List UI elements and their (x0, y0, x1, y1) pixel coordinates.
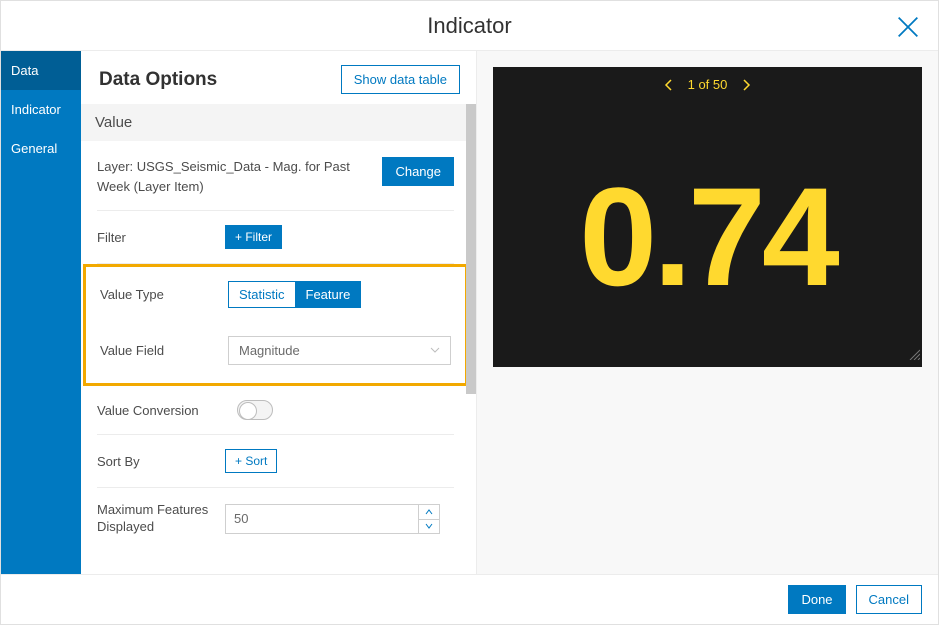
dialog-body: Data Indicator General Data Options Show… (1, 51, 938, 574)
sort-by-row: Sort By + Sort (97, 435, 454, 488)
scrollbar-thumb[interactable] (466, 104, 476, 394)
options-title: Data Options (99, 69, 217, 91)
sidebar-tab-indicator[interactable]: Indicator (1, 90, 81, 129)
value-type-statistic[interactable]: Statistic (228, 281, 296, 308)
value-field-select[interactable]: Magnitude (228, 336, 451, 365)
filter-row: Filter + Filter (97, 211, 454, 264)
resize-handle-icon[interactable] (908, 347, 920, 365)
value-type-label: Value Type (100, 287, 228, 302)
sort-by-label: Sort By (97, 454, 225, 469)
value-type-segmented: Statistic Feature (228, 281, 361, 308)
add-sort-button[interactable]: + Sort (225, 449, 277, 473)
sidebar-tab-data[interactable]: Data (1, 51, 81, 90)
options-panel: Data Options Show data table Value Layer… (81, 51, 477, 574)
pager-prev-icon[interactable] (664, 79, 674, 91)
value-section-header: Value (81, 104, 476, 141)
spinner-buttons (419, 504, 440, 534)
options-content: Value Layer: USGS_Seismic_Data - Mag. fo… (81, 104, 476, 574)
options-header: Data Options Show data table (81, 51, 476, 104)
chevron-down-icon (430, 343, 440, 358)
sidebar-tab-general[interactable]: General (1, 129, 81, 168)
layer-text: Layer: USGS_Seismic_Data - Mag. for Past… (97, 157, 372, 196)
max-features-label: Maximum Features Displayed (97, 502, 225, 536)
filter-label: Filter (97, 230, 225, 245)
preview-value: 0.74 (493, 107, 922, 367)
change-layer-button[interactable]: Change (382, 157, 454, 186)
value-conversion-label: Value Conversion (97, 403, 237, 418)
cancel-button[interactable]: Cancel (856, 585, 922, 614)
show-data-table-button[interactable]: Show data table (341, 65, 460, 94)
value-conversion-toggle[interactable] (237, 400, 273, 420)
value-field-row: Value Field Magnitude (100, 322, 451, 383)
value-type-feature[interactable]: Feature (296, 281, 362, 308)
pager-text: 1 of 50 (688, 77, 728, 92)
value-conversion-row: Value Conversion (97, 386, 454, 435)
value-field-selected: Magnitude (239, 343, 300, 358)
layer-row: Layer: USGS_Seismic_Data - Mag. for Past… (97, 141, 454, 211)
max-features-input[interactable] (225, 504, 419, 534)
add-filter-button[interactable]: + Filter (225, 225, 282, 249)
value-field-label: Value Field (100, 343, 228, 358)
done-button[interactable]: Done (788, 585, 845, 614)
value-type-row: Value Type Statistic Feature (100, 267, 451, 322)
max-features-row: Maximum Features Displayed (97, 488, 454, 550)
preview-column: 1 of 50 0.74 (477, 51, 938, 574)
highlighted-section: Value Type Statistic Feature Value Field (83, 264, 468, 386)
max-features-spinner (225, 504, 425, 534)
dialog-header: Indicator (1, 1, 938, 51)
preview-card: 1 of 50 0.74 (493, 67, 922, 367)
dialog-footer: Done Cancel (1, 574, 938, 624)
sidebar: Data Indicator General (1, 51, 81, 574)
dialog-title: Indicator (427, 13, 511, 39)
spinner-down[interactable] (419, 519, 439, 533)
close-icon[interactable] (894, 13, 922, 41)
options-scroll: Value Layer: USGS_Seismic_Data - Mag. fo… (81, 104, 476, 574)
spinner-up[interactable] (419, 505, 439, 519)
indicator-dialog: Indicator Data Indicator General Data Op… (0, 0, 939, 625)
preview-pager: 1 of 50 (493, 67, 922, 102)
pager-next-icon[interactable] (741, 79, 751, 91)
